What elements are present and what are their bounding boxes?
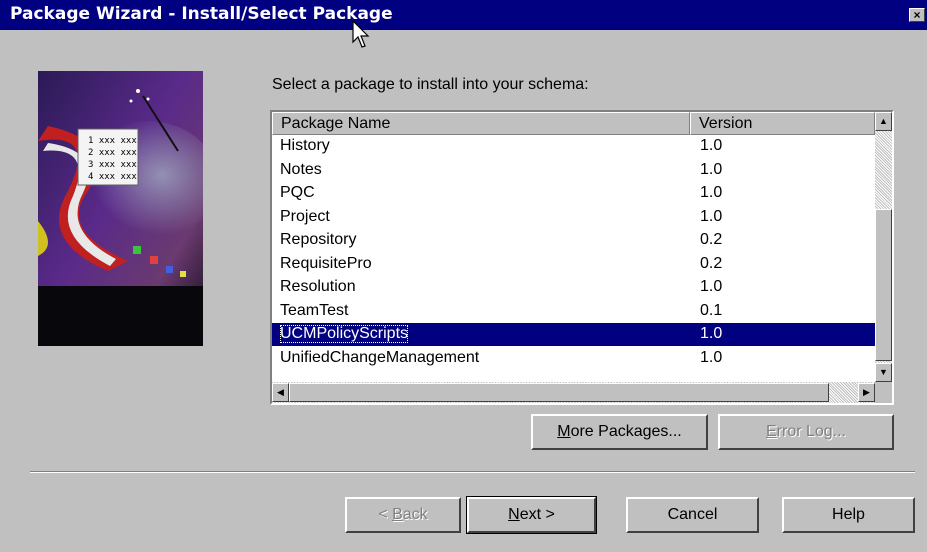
more-packages-mnemonic: M <box>557 423 571 440</box>
error-log-button[interactable]: Error Log... <box>718 414 894 450</box>
list-row[interactable]: Notes 1.0 <box>272 159 875 182</box>
separator <box>30 471 915 473</box>
package-name-cell: UnifiedChangeManagement <box>280 348 480 366</box>
back-label: ack <box>402 506 428 523</box>
svg-text:4 xxx xxx: 4 xxx xxx <box>88 172 137 182</box>
version-cell: 1.0 <box>700 207 723 225</box>
help-button[interactable]: Help <box>782 497 915 533</box>
cancel-button[interactable]: Cancel <box>626 497 759 533</box>
list-row[interactable]: UnifiedChangeManagement 1.0 <box>272 347 875 370</box>
version-cell: 1.0 <box>700 137 723 154</box>
package-name-cell: History <box>280 137 330 154</box>
vertical-scroll-thumb[interactable] <box>875 209 892 361</box>
horizontal-scrollbar[interactable]: ◀ ▶ <box>272 382 875 403</box>
package-name-cell: RequisitePro <box>280 254 372 272</box>
list-row[interactable]: RequisitePro 0.2 <box>272 253 875 276</box>
version-cell: 0.1 <box>700 301 723 319</box>
scroll-right-icon[interactable]: ▶ <box>858 383 875 402</box>
list-row[interactable]: Repository 0.2 <box>272 229 875 252</box>
package-name-cell: Project <box>280 207 330 225</box>
list-row[interactable]: UCMPolicyScripts 1.0 <box>272 323 875 346</box>
horizontal-scroll-thumb[interactable] <box>289 383 829 402</box>
scroll-left-icon[interactable]: ◀ <box>272 383 289 402</box>
vertical-scrollbar[interactable]: ▲ ▼ <box>875 112 892 382</box>
list-row[interactable]: Resolution 1.0 <box>272 276 875 299</box>
list-header: Package Name Version <box>272 112 875 135</box>
scroll-up-icon[interactable]: ▲ <box>875 112 892 131</box>
instruction-label: Select a package to install into your sc… <box>272 76 589 93</box>
more-packages-button[interactable]: More Packages... <box>531 414 708 450</box>
next-label: ext > <box>519 506 555 523</box>
package-name-cell: Notes <box>280 160 322 178</box>
next-button[interactable]: Next > <box>466 496 597 534</box>
list-row[interactable]: Project 1.0 <box>272 206 875 229</box>
back-arrow: < <box>378 506 393 523</box>
svg-text:3 xxx xxx: 3 xxx xxx <box>88 160 137 170</box>
scroll-corner <box>875 382 892 403</box>
mouse-pointer-icon <box>352 20 370 48</box>
package-name-cell: TeamTest <box>280 301 349 319</box>
version-cell: 1.0 <box>700 325 723 342</box>
version-cell: 1.0 <box>700 160 723 178</box>
column-header-package-name[interactable]: Package Name <box>272 112 690 135</box>
list-row[interactable]: PQC 1.0 <box>272 182 875 205</box>
next-mnemonic: N <box>508 506 520 523</box>
version-cell: 1.0 <box>700 278 723 295</box>
package-name-cell: UCMPolicyScripts <box>280 325 409 343</box>
version-cell: 1.0 <box>700 348 723 366</box>
back-button[interactable]: < Back <box>345 497 461 533</box>
package-name-cell: PQC <box>280 184 315 201</box>
error-log-label: rror Log... <box>776 423 847 440</box>
scroll-down-icon[interactable]: ▼ <box>875 363 892 382</box>
close-icon[interactable]: × <box>909 8 925 22</box>
svg-text:1 xxx xxx: 1 xxx xxx <box>88 136 137 146</box>
version-cell: 0.2 <box>700 231 723 248</box>
list-row[interactable]: TeamTest 0.1 <box>272 300 875 323</box>
version-cell: 0.2 <box>700 254 723 272</box>
error-log-mnemonic: E <box>765 423 777 440</box>
svg-text:2 xxx xxx: 2 xxx xxx <box>88 148 137 158</box>
more-packages-label: ore Packages... <box>570 423 682 440</box>
window-title: Package Wizard - Install/Select Package <box>10 4 393 24</box>
column-header-version[interactable]: Version <box>690 112 875 135</box>
package-list[interactable]: Package Name Version History 1.0 Notes 1.0 P… <box>270 110 894 405</box>
title-bar: Package Wizard - Install/Select Package … <box>0 0 927 30</box>
package-name-cell: Repository <box>280 231 357 248</box>
package-name-cell: Resolution <box>280 278 356 295</box>
wizard-illustration: 1 xxx xxx 2 xxx xxx 3 xxx xxx 4 xxx xxx <box>38 71 203 346</box>
list-row[interactable]: History 1.0 <box>272 135 875 158</box>
version-cell: 1.0 <box>700 184 723 201</box>
back-mnemonic: B <box>392 506 403 523</box>
